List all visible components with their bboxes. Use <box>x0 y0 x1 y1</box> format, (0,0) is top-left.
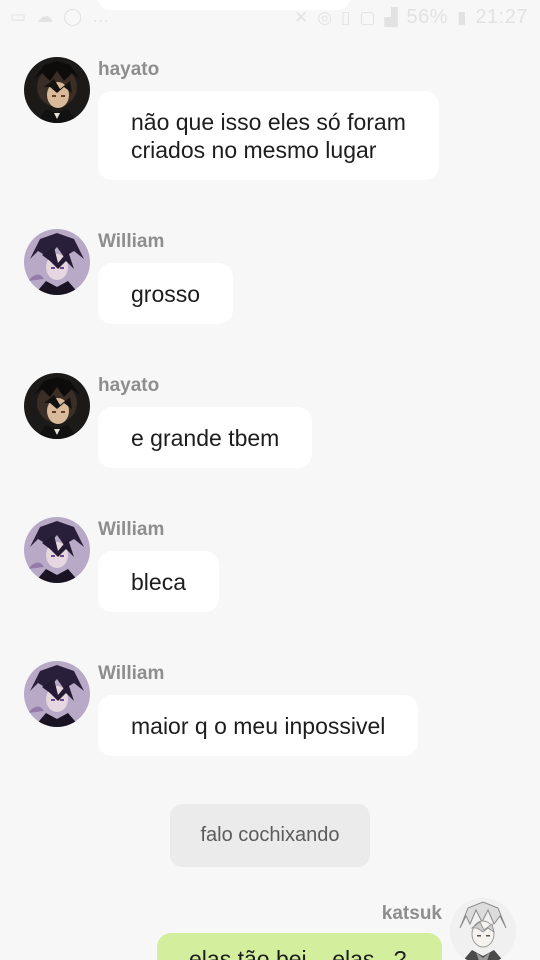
message-bubble[interactable]: e grande tbem <box>98 407 313 468</box>
sender-name: William <box>98 663 165 684</box>
own-message-text: elas tão bei... elas...? <box>189 946 407 960</box>
hayato-avatar[interactable] <box>24 57 90 123</box>
alarm-icon: ◎ <box>317 7 333 27</box>
message-bubble[interactable]: maior q o meu inpossivel <box>98 695 419 756</box>
whatsapp-icon: ◯ <box>63 7 83 26</box>
william-avatar[interactable] <box>24 517 90 583</box>
sender-name: William <box>98 231 165 252</box>
message-bubble[interactable]: bleca <box>98 551 219 612</box>
william-avatar[interactable] <box>24 661 90 727</box>
clock: 21:27 <box>475 6 528 28</box>
more-notifications-icon: … <box>92 7 110 26</box>
chat-screen: ▭ ☁ ◯ … ✕ ◎ ▯ ▢ ▟ 56% ▮ 21:27 hayato não… <box>0 0 540 960</box>
signal-icon: ▟ <box>384 7 398 27</box>
own-sender-name: katsuk <box>381 903 442 924</box>
battery-percent: 56% <box>406 6 449 28</box>
image-notification-icon: ▭ <box>10 7 27 26</box>
sender-name: hayato <box>98 375 160 396</box>
battery-icon: ▮ <box>457 7 467 27</box>
william-avatar[interactable] <box>24 229 90 295</box>
sender-name: hayato <box>98 59 160 80</box>
cloud-icon: ☁ <box>36 7 54 26</box>
hayato-avatar[interactable] <box>24 373 90 439</box>
katsuk-avatar[interactable] <box>450 898 516 960</box>
system-message[interactable]: falo cochixando <box>170 804 370 867</box>
message-bubble[interactable]: não que isso eles só foram criados no me… <box>98 91 439 180</box>
nfc-icon: ▯ <box>341 7 351 27</box>
status-bar: ▭ ☁ ◯ … ✕ ◎ ▯ ▢ ▟ 56% ▮ 21:27 <box>0 0 540 38</box>
mute-icon: ✕ <box>293 7 309 27</box>
message-bubble[interactable]: grosso <box>98 263 234 324</box>
own-message-bubble[interactable]: elas tão bei... elas...? <box>157 933 442 960</box>
sender-name: William <box>98 519 165 540</box>
wifi-icon: ▢ <box>359 7 376 27</box>
